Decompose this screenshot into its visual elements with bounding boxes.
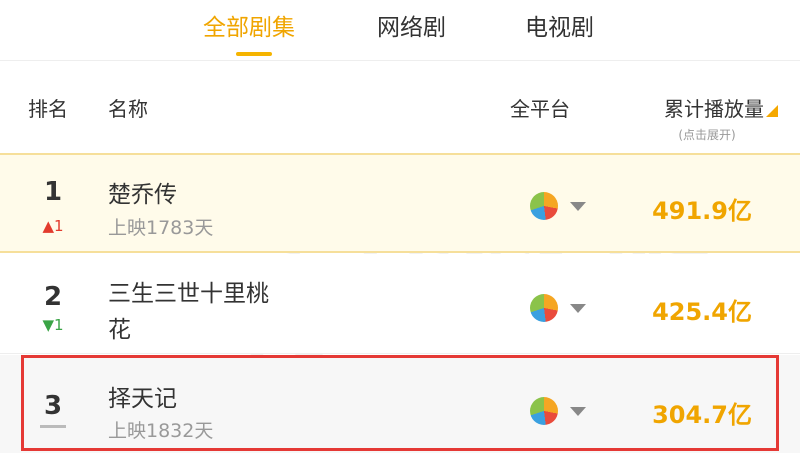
active-tab-indicator (236, 52, 272, 56)
drama-title-line1[interactable]: 三生三世十里桃 (108, 274, 269, 308)
rank-down-indicator: ▼1 (38, 316, 68, 334)
table-row[interactable]: 2 ▼1 三生三世十里桃 花 425.4亿 (0, 254, 800, 354)
header-name: 名称 (108, 97, 148, 121)
drama-title[interactable]: 择天记 (108, 379, 177, 413)
rank-unchanged-indicator (40, 425, 66, 428)
rank-up-indicator: ▲1 (38, 217, 68, 235)
table-row[interactable]: 1 ▲1 楚乔传 上映1783天 491.9亿 (0, 153, 800, 253)
rank-change: 1 (54, 217, 64, 235)
cumulative-views: 304.7亿 (652, 401, 752, 429)
header-views-hint: (点击展开) (678, 128, 736, 142)
chevron-down-icon (570, 202, 586, 211)
tab-bar: 全部剧集 网络剧 电视剧 (0, 0, 800, 58)
platform-selector[interactable] (530, 397, 588, 427)
sort-triangle-icon (766, 105, 778, 117)
drama-title-line2[interactable]: 花 (108, 310, 131, 344)
rank-number: 2 (43, 282, 63, 312)
cumulative-views: 491.9亿 (652, 197, 752, 225)
platform-pie-icon (530, 397, 558, 425)
platform-pie-icon (530, 192, 558, 220)
header-platform: 全平台 (510, 97, 570, 121)
tab-tv-dramas[interactable]: 电视剧 (525, 8, 594, 42)
header-views-sort[interactable]: 累计播放量 (点击展开) (664, 93, 778, 143)
release-days: 上映1783天 (108, 217, 214, 239)
arrow-down-icon: ▼ (42, 316, 54, 334)
platform-selector[interactable] (530, 192, 588, 222)
chevron-down-icon (570, 304, 586, 313)
drama-title[interactable]: 楚乔传 (108, 175, 177, 209)
rank-change: 1 (54, 316, 64, 334)
header-rank: 排名 (28, 97, 68, 121)
platform-selector[interactable] (530, 294, 588, 324)
table-row[interactable]: 3 择天记 上映1832天 304.7亿 (0, 355, 800, 453)
tab-web-dramas[interactable]: 网络剧 (377, 8, 446, 42)
header-views: 累计播放量 (664, 97, 764, 121)
tab-all-dramas[interactable]: 全部剧集 (203, 8, 295, 42)
arrow-up-icon: ▲ (42, 217, 54, 235)
release-days: 上映1832天 (108, 420, 214, 442)
tabs-divider (0, 60, 800, 61)
platform-pie-icon (530, 294, 558, 322)
rank-number: 3 (43, 391, 63, 421)
rank-number: 1 (43, 177, 63, 207)
chevron-down-icon (570, 407, 586, 416)
cumulative-views: 425.4亿 (652, 298, 752, 326)
